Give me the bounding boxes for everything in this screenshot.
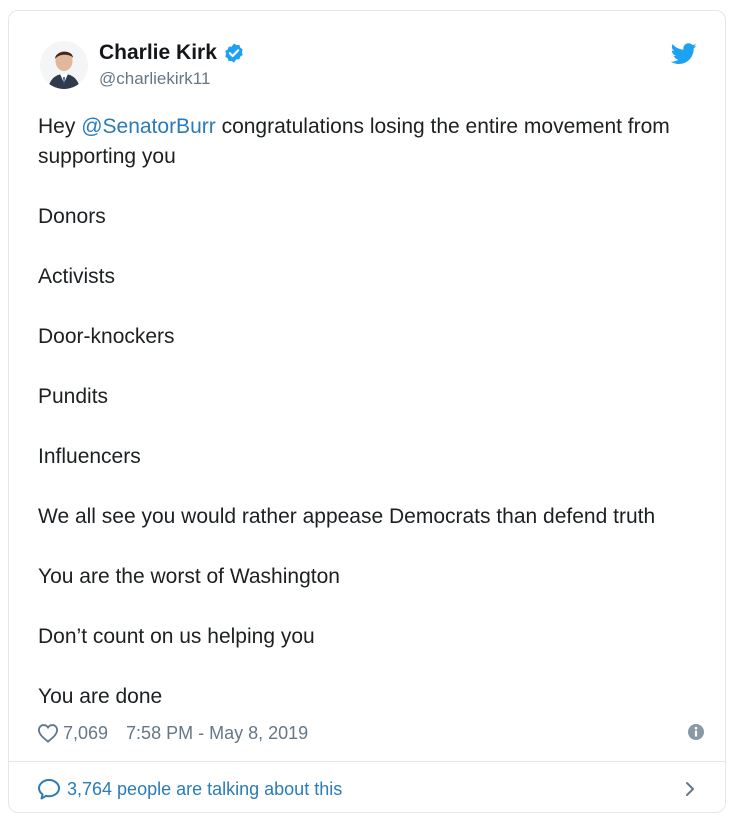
tweet-paragraph: Activists — [38, 265, 116, 288]
divider — [9, 761, 725, 762]
tweet-card: Charlie Kirk @charliekirk11 Hey @Senator… — [8, 10, 726, 813]
tweet-text: Hey @SenatorBurr congratulations losing … — [38, 112, 708, 712]
tweet-paragraph: Don’t count on us helping you — [38, 625, 315, 648]
author-name[interactable]: Charlie Kirk — [99, 41, 217, 65]
verified-badge-icon — [225, 43, 243, 63]
mention-link[interactable]: @SenatorBurr — [81, 115, 216, 138]
tweet-paragraph: We all see you would rather appease Demo… — [38, 505, 656, 528]
tweet-paragraph: Influencers — [38, 445, 141, 468]
tweet-paragraph: Pundits — [38, 385, 109, 408]
author-name-row: Charlie Kirk — [99, 41, 245, 65]
twitter-bird-icon[interactable] — [671, 43, 697, 65]
avatar[interactable] — [40, 41, 88, 89]
speech-bubble-icon — [38, 779, 60, 800]
tweet-meta: 7,069 7:58 PM - May 8, 2019 — [37, 718, 704, 748]
like-count[interactable]: 7,069 — [63, 723, 108, 744]
tweet-paragraph: You are the worst of Washington — [38, 565, 340, 588]
chevron-right-icon — [686, 782, 694, 796]
avatar-image — [40, 41, 88, 89]
author-handle[interactable]: @charliekirk11 — [99, 69, 210, 89]
conversation-link[interactable]: 3,764 people are talking about this — [37, 774, 697, 804]
tweet-timestamp[interactable]: 7:58 PM - May 8, 2019 — [126, 723, 308, 744]
tweet-header: Charlie Kirk @charliekirk11 — [9, 11, 725, 101]
tweet-paragraph: Donors — [38, 205, 106, 228]
tweet-paragraph-intro: Hey @SenatorBurr congratulations losing … — [38, 112, 708, 172]
tweet-paragraph: Door-knockers — [38, 325, 175, 348]
info-icon[interactable] — [687, 723, 705, 741]
conversation-count-label: 3,764 people are talking about this — [67, 778, 343, 799]
tweet-text-prefix: Hey — [38, 115, 82, 138]
heart-icon[interactable] — [37, 723, 59, 743]
tweet-paragraph: You are done — [38, 685, 163, 708]
